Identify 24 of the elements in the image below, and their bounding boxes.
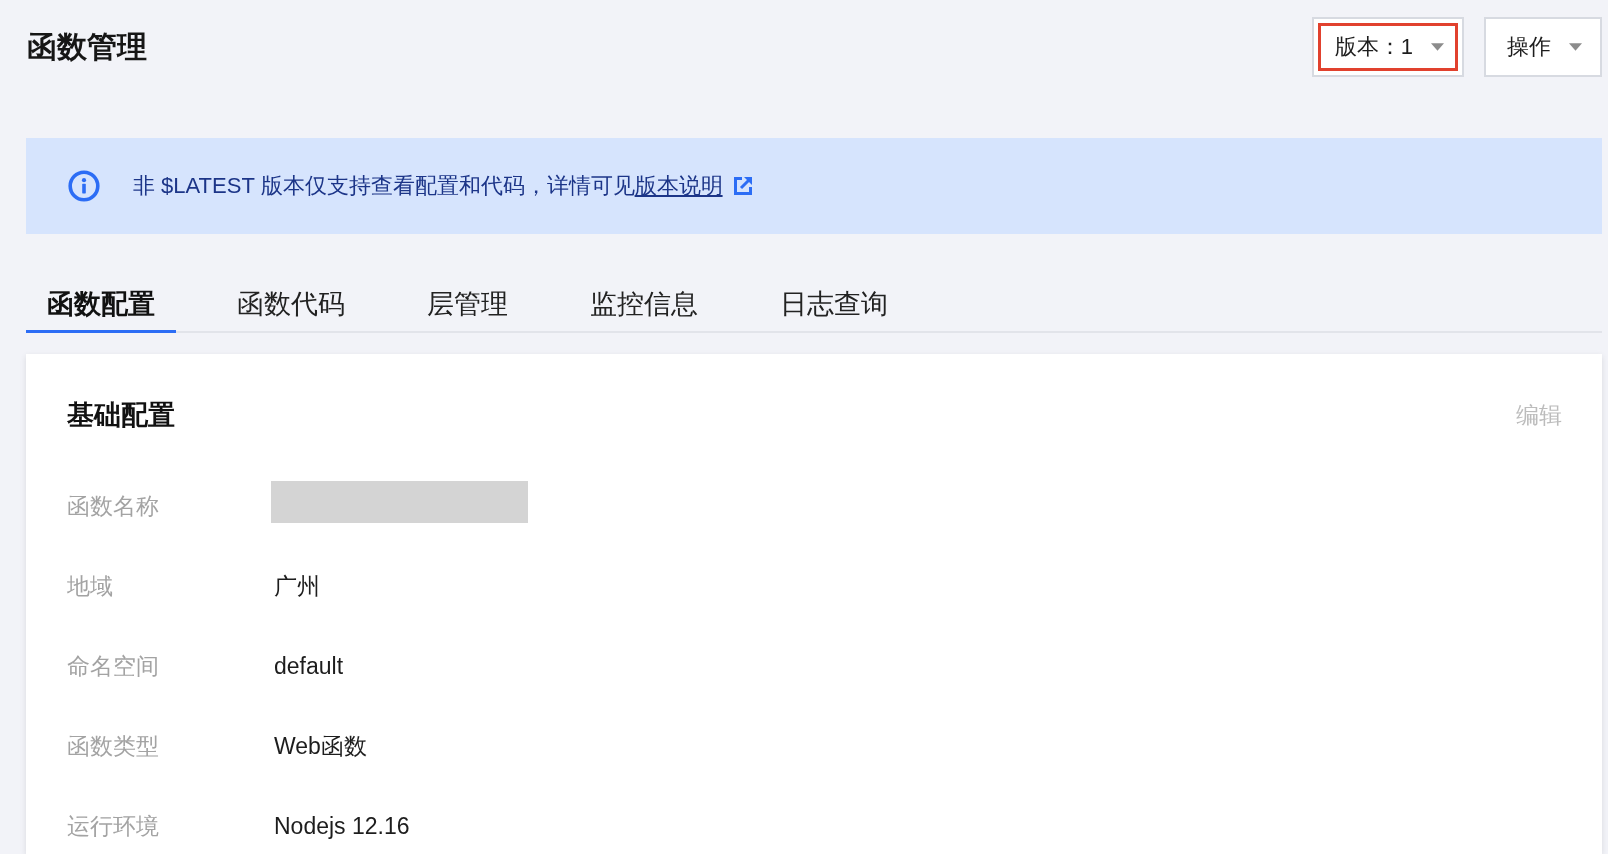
external-link-icon[interactable] bbox=[732, 176, 753, 196]
page-title: 函数管理 bbox=[27, 29, 147, 65]
caret-icon bbox=[1569, 43, 1582, 51]
field-label: 地域 bbox=[67, 572, 114, 601]
field-label: 命名空间 bbox=[67, 652, 160, 681]
field-label: 运行环境 bbox=[67, 812, 160, 841]
field-value: Web函数 bbox=[274, 732, 367, 761]
tab[interactable]: 函数配置 bbox=[26, 277, 176, 333]
tab[interactable]: 日志查询 bbox=[759, 277, 909, 333]
field-label: 函数类型 bbox=[67, 732, 160, 761]
tab[interactable]: 层管理 bbox=[406, 277, 529, 333]
field-value: 广州 bbox=[274, 572, 320, 601]
notice-link[interactable]: 版本说明 bbox=[634, 173, 723, 198]
info-icon bbox=[68, 170, 100, 202]
notice-text: 非 $LATEST 版本仅支持查看配置和代码，详情可见版本说明 bbox=[133, 172, 723, 200]
dropdown-button[interactable]: 操作 bbox=[1484, 17, 1602, 77]
field-value: default bbox=[274, 652, 344, 681]
tab[interactable]: 函数代码 bbox=[216, 277, 366, 333]
field-label: 函数名称 bbox=[67, 492, 160, 521]
field-value: Nodejs 12.16 bbox=[274, 812, 410, 841]
caret-icon bbox=[1431, 43, 1444, 51]
tab[interactable]: 监控信息 bbox=[569, 277, 719, 333]
dropdown-button[interactable]: 版本：1 bbox=[1311, 17, 1464, 77]
section-title: 基础配置 bbox=[67, 399, 175, 432]
